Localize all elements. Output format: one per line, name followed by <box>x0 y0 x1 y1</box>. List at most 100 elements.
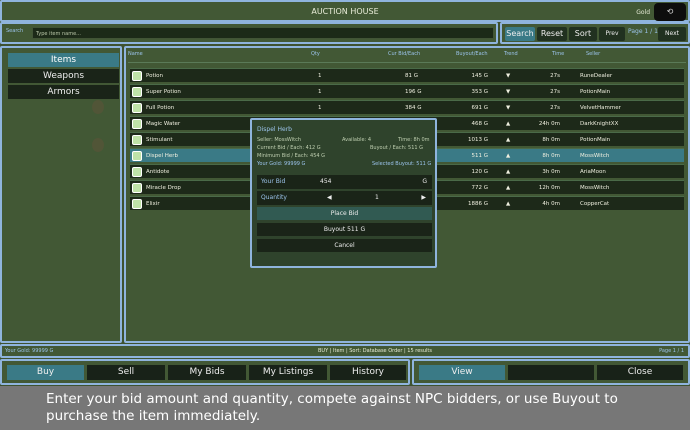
row-seller: RuneDealer <box>580 73 613 79</box>
table-row[interactable]: Potion 1 81 G 145 G ▼ 27s RuneDealer <box>130 68 684 82</box>
sort-button[interactable]: Sort <box>569 27 597 41</box>
row-seller: MossWitch <box>580 153 610 159</box>
dialog-buyout-each: Buyout / Each: 511 G <box>370 145 424 151</box>
row-seller: PotionMain <box>580 137 611 143</box>
row-seller: CopperCat <box>580 201 610 207</box>
row-seller: AriaMoon <box>580 169 606 175</box>
dialog-item-name: Dispel Herb <box>257 126 292 133</box>
header-divider <box>128 62 686 63</box>
tab-buy[interactable]: Buy <box>7 365 84 380</box>
row-time: 27s <box>550 105 560 111</box>
row-seller: VelvetHammer <box>580 105 621 111</box>
item-icon <box>132 135 142 145</box>
status-summary: BUY | Item | Sort: Database Order | 15 r… <box>318 348 432 354</box>
row-time: 27s <box>550 89 560 95</box>
row-current-bid: 384 G <box>405 105 422 111</box>
bid-amount-field[interactable]: Your Bid 454 G <box>257 175 432 189</box>
item-icon <box>132 183 142 193</box>
row-trend-icon: ▼ <box>506 73 511 79</box>
row-trend-icon: ▼ <box>506 89 511 95</box>
item-icon <box>132 167 142 177</box>
blank-button[interactable] <box>508 365 594 380</box>
item-icon <box>132 151 142 161</box>
category-weapons[interactable]: Weapons <box>8 69 119 83</box>
search-label: Search <box>6 28 24 34</box>
row-name: Full Potion <box>146 105 175 111</box>
row-buyout: 772 G <box>471 185 488 191</box>
view-button[interactable]: View <box>419 365 505 380</box>
tab-my-listings[interactable]: My Listings <box>249 365 327 380</box>
column-buyout: Buyout/Each <box>456 51 488 57</box>
category-armors[interactable]: Armors <box>8 85 119 99</box>
tab-my-bids[interactable]: My Bids <box>168 365 246 380</box>
row-trend-icon: ▲ <box>506 185 511 191</box>
buyout-button[interactable]: Buyout 511 G <box>257 223 432 236</box>
item-icon <box>132 87 142 97</box>
reset-button[interactable]: Reset <box>537 27 567 41</box>
row-buyout: 691 G <box>471 105 488 111</box>
search-bar: Search Type item name... <box>0 22 498 44</box>
row-trend-icon: ▼ <box>506 105 511 111</box>
back-button[interactable]: ⟲ <box>654 3 686 21</box>
row-name: Magic Water <box>146 121 181 127</box>
column-time: Time <box>552 51 565 57</box>
row-time: 12h 0m <box>538 185 560 191</box>
item-icon <box>132 199 142 209</box>
search-input[interactable]: Type item name... <box>32 27 494 39</box>
row-buyout: 468 G <box>471 121 488 127</box>
tutorial-caption: Enter your bid amount and quantity, comp… <box>0 386 690 430</box>
row-time: 24h 0m <box>538 121 560 127</box>
row-buyout: 145 G <box>471 73 488 79</box>
quantity-decrease-icon[interactable]: ◀ <box>327 191 332 205</box>
close-button[interactable]: Close <box>597 365 683 380</box>
row-qty: 1 <box>318 105 322 111</box>
table-row[interactable]: Super Potion 1 196 G 353 G ▼ 27s PotionMain <box>130 84 684 98</box>
item-icon <box>132 103 142 113</box>
row-name: Elixir <box>146 201 160 207</box>
column-name: Name <box>128 51 143 57</box>
dialog-your-gold: Your Gold: 99999 G <box>257 161 306 167</box>
tab-sell[interactable]: Sell <box>87 365 165 380</box>
row-qty: 1 <box>318 73 322 79</box>
quantity-label: Quantity <box>261 194 287 201</box>
row-name: Dispel Herb <box>146 153 179 159</box>
gold-label: Gold <box>636 9 650 16</box>
row-time: 27s <box>550 73 560 79</box>
row-name: Super Potion <box>146 89 181 95</box>
quantity-stepper[interactable]: Quantity ◀ 1 ▶ <box>257 191 432 205</box>
category-list: Items Weapons Armors <box>0 46 122 343</box>
cancel-button[interactable]: Cancel <box>257 239 432 252</box>
category-items[interactable]: Items <box>8 53 119 67</box>
bid-amount-unit: G <box>422 178 427 185</box>
place-bid-button[interactable]: Place Bid <box>257 207 432 220</box>
row-trend-icon: ▲ <box>506 137 511 143</box>
next-button[interactable]: Next <box>658 27 686 41</box>
row-trend-icon: ▲ <box>506 169 511 175</box>
search-button[interactable]: Search <box>505 27 535 41</box>
row-qty: 1 <box>318 89 322 95</box>
row-time: 8h 0m <box>542 137 560 143</box>
row-buyout: 1013 G <box>467 137 488 143</box>
item-icon <box>132 71 142 81</box>
row-buyout: 511 G <box>471 153 488 159</box>
table-row[interactable]: Full Potion 1 384 G 691 G ▼ 27s VelvetHammer <box>130 100 684 114</box>
column-trend: Trend <box>504 51 518 57</box>
row-time: 3h 0m <box>542 169 560 175</box>
status-page: Page 1 / 1 <box>659 348 684 354</box>
row-time: 4h 0m <box>542 201 560 207</box>
dialog-time: Time: 8h 0m <box>398 137 430 143</box>
item-icon <box>132 119 142 129</box>
quantity-increase-icon[interactable]: ▶ <box>421 191 426 205</box>
column-qty: Qty <box>311 51 320 57</box>
status-gold: Your Gold: 99999 G <box>5 348 54 354</box>
row-seller: PotionMain <box>580 89 611 95</box>
row-current-bid: 81 G <box>405 73 419 79</box>
action-buttons: View Close <box>412 359 690 385</box>
dialog-current-bid: Current Bid / Each: 412 G <box>257 145 321 151</box>
search-controls: Search Reset Sort Prev Page 1 / 1 Next <box>500 22 690 44</box>
tab-history[interactable]: History <box>330 365 406 380</box>
row-trend-icon: ▲ <box>506 153 511 159</box>
bid-amount-label: Your Bid <box>261 178 286 185</box>
prev-button[interactable]: Prev <box>599 27 625 41</box>
quantity-value: 1 <box>375 194 379 201</box>
